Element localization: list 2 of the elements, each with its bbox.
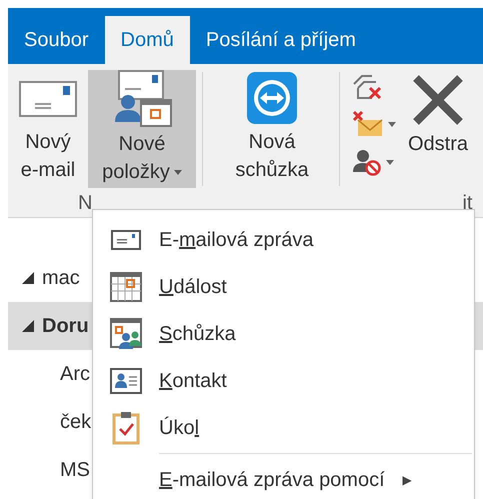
group-label: N (78, 191, 92, 216)
group-label: it (462, 191, 472, 216)
